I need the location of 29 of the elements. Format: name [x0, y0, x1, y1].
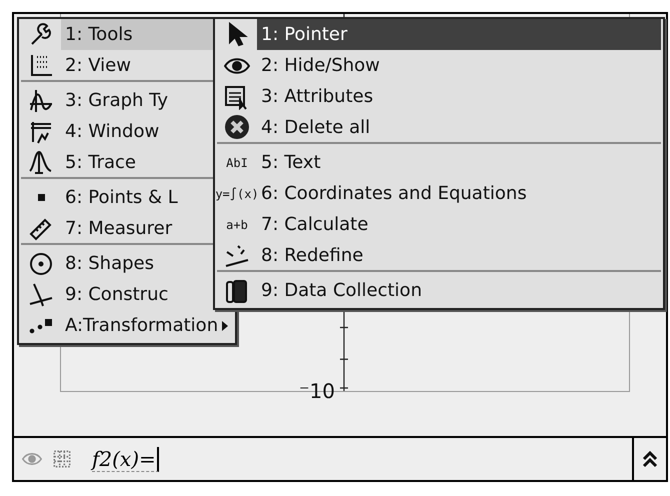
- menu-item[interactable]: 4: Delete all: [257, 112, 661, 142]
- menu-item[interactable]: 6: Coordinates and Equations: [257, 178, 661, 209]
- glyph-icon: AbI: [226, 156, 248, 170]
- menu-item[interactable]: 9: Construc: [61, 279, 233, 310]
- menu-item[interactable]: 5: Text: [257, 147, 661, 178]
- menu-item[interactable]: 7: Calculate: [257, 209, 661, 240]
- menu-item[interactable]: 3: Attributes: [257, 81, 661, 112]
- trace-icon: [28, 149, 54, 175]
- data-collection-icon: [224, 278, 250, 304]
- menu-item[interactable]: A:Transformation: [61, 310, 233, 341]
- delete-icon: [224, 114, 250, 140]
- axis-label: ⁻10: [299, 379, 336, 403]
- point-icon: [38, 194, 44, 201]
- menu-item[interactable]: 8: Redefine: [257, 240, 661, 270]
- circle-icon: [28, 250, 54, 276]
- menu-item[interactable]: 9: Data Collection: [257, 275, 661, 306]
- graph-icon: [28, 88, 54, 114]
- glyph-icon: y=∫(x): [215, 186, 259, 200]
- grid-axes-icon: [28, 52, 54, 78]
- input-field[interactable]: f2(x)=: [82, 438, 622, 480]
- menu-item[interactable]: 3: Graph Ty: [61, 85, 233, 116]
- double-chevron-icon: [642, 450, 658, 468]
- menu-item[interactable]: 1: Pointer: [257, 19, 661, 50]
- menu-item[interactable]: 4: Window: [61, 116, 233, 147]
- menu-item[interactable]: 8: Shapes: [61, 248, 233, 279]
- menu-item[interactable]: 2: Hide/Show: [257, 50, 661, 81]
- grid-icon[interactable]: [52, 449, 72, 469]
- glyph-icon: a+b: [226, 218, 248, 232]
- menu-item[interactable]: 2: View: [61, 50, 233, 80]
